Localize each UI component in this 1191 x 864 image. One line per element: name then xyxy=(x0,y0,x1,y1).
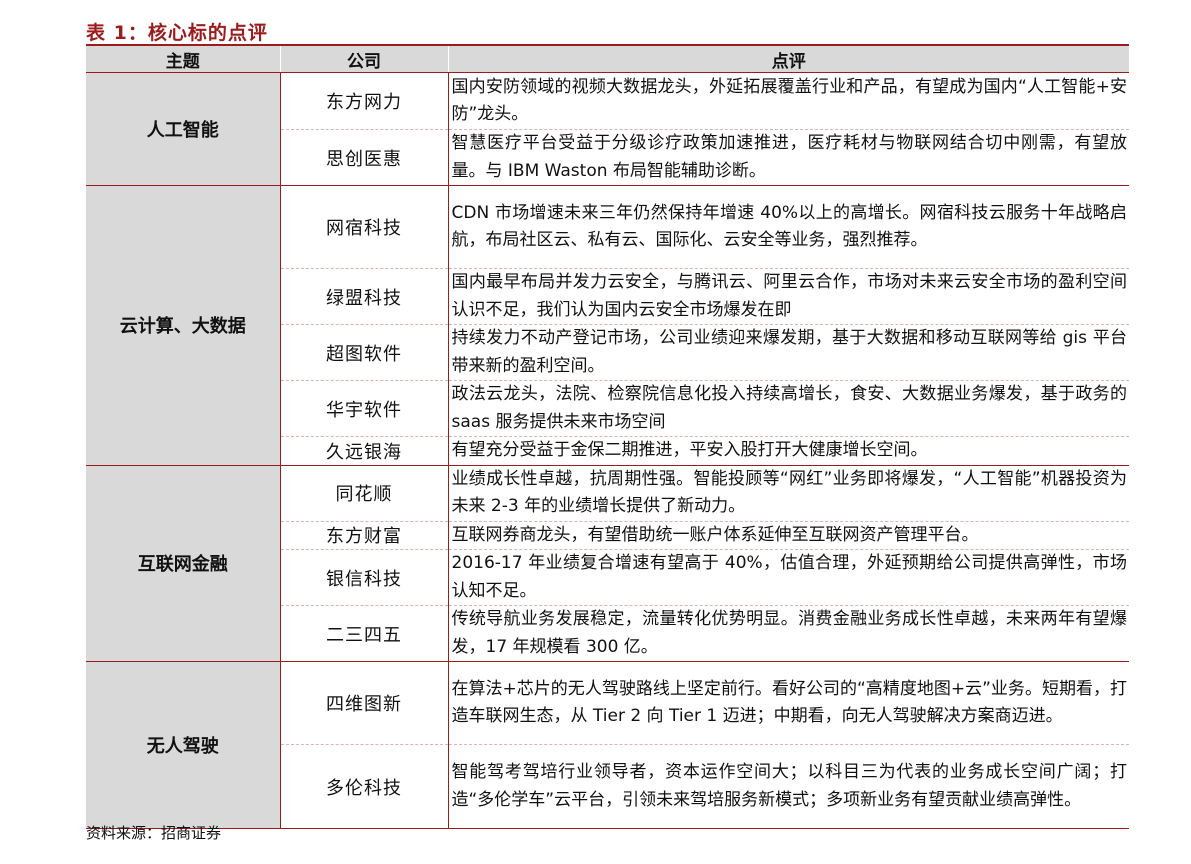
comment-cell: CDN 市场增速未来三年仍然保持年增速 40%以上的高增长。网宿科技云服务十年战… xyxy=(448,185,1129,269)
company-cell: 超图软件 xyxy=(279,324,449,381)
company-cell: 二三四五 xyxy=(279,605,449,662)
comment-cell: 国内最早布局并发力云安全，与腾讯云、阿里云合作，市场对未来云安全市场的盈利空间认… xyxy=(448,268,1129,325)
theme-cell: 云计算、大数据 xyxy=(86,185,280,466)
company-cell: 绿盟科技 xyxy=(279,268,449,325)
theme-cell: 人工智能 xyxy=(86,72,280,186)
comment-cell: 业绩成长性卓越，抗周期性强。智能投顾等“网红”业务即将爆发，“人工智能”机器投资… xyxy=(448,465,1129,522)
source-note: 资料来源：招商证券 xyxy=(86,824,222,842)
company-cell: 网宿科技 xyxy=(279,185,449,269)
header-comment: 点评 xyxy=(448,44,1129,73)
company-cell: 四维图新 xyxy=(279,661,449,745)
company-cell: 同花顺 xyxy=(279,465,449,522)
comment-cell: 政法云龙头，法院、检察院信息化投入持续高增长，食安、大数据业务爆发，基于政务的 … xyxy=(448,380,1129,437)
comment-cell: 智慧医疗平台受益于分级诊疗政策加速推进，医疗耗材与物联网结合切中刚需，有望放量。… xyxy=(448,129,1129,186)
header-theme: 主题 xyxy=(86,44,280,73)
comment-cell: 有望充分受益于金保二期推进，平安入股打开大健康增长空间。 xyxy=(448,436,1129,466)
table-row: 无人驾驶 四维图新 在算法+芯片的无人驾驶路线上坚定前行。看好公司的“高精度地图… xyxy=(86,661,1129,829)
comment-cell: 2016-17 年业绩复合增速有望高于 40%，估值合理，外延预期给公司提供高弹… xyxy=(448,549,1129,606)
company-cell: 银信科技 xyxy=(279,549,449,606)
company-cell: 华宇软件 xyxy=(279,380,449,437)
table-header-row: 主题 公司 点评 xyxy=(86,44,1129,73)
comment-cell: 持续发力不动产登记市场，公司业绩迎来爆发期，基于大数据和移动互联网等给 gis … xyxy=(448,324,1129,381)
comment-cell: 互联网券商龙头，有望借助统一账户体系延伸至互联网资产管理平台。 xyxy=(448,521,1129,550)
core-targets-table: 主题 公司 点评 人工智能 东方网力 国内安防领域的视频大数据龙头，外延拓展覆盖… xyxy=(86,44,1129,829)
company-cell: 思创医惠 xyxy=(279,129,449,186)
company-cell: 久远银海 xyxy=(279,436,449,466)
company-cell: 多伦科技 xyxy=(279,744,449,829)
company-cell: 东方网力 xyxy=(279,72,449,130)
table-row: 人工智能 东方网力 国内安防领域的视频大数据龙头，外延拓展覆盖行业和产品，有望成… xyxy=(86,72,1129,186)
company-cell: 东方财富 xyxy=(279,521,449,550)
table-row: 云计算、大数据 网宿科技 CDN 市场增速未来三年仍然保持年增速 40%以上的高… xyxy=(86,185,1129,466)
header-company: 公司 xyxy=(279,44,449,73)
comment-cell: 传统导航业务发展稳定，流量转化优势明显。消费金融业务成长性卓越，未来两年有望爆发… xyxy=(448,605,1129,662)
theme-cell: 无人驾驶 xyxy=(86,661,280,829)
table-title: 表 1：核心标的点评 xyxy=(86,22,268,44)
theme-cell: 互联网金融 xyxy=(86,465,280,662)
table-row: 互联网金融 同花顺 业绩成长性卓越，抗周期性强。智能投顾等“网红”业务即将爆发，… xyxy=(86,465,1129,662)
comment-cell: 智能驾考驾培行业领导者，资本运作空间大；以科目三为代表的业务成长空间广阔；打造“… xyxy=(448,744,1129,829)
comment-cell: 国内安防领域的视频大数据龙头，外延拓展覆盖行业和产品，有望成为国内“人工智能+安… xyxy=(448,72,1129,130)
comment-cell: 在算法+芯片的无人驾驶路线上坚定前行。看好公司的“高精度地图+云”业务。短期看，… xyxy=(448,661,1129,745)
